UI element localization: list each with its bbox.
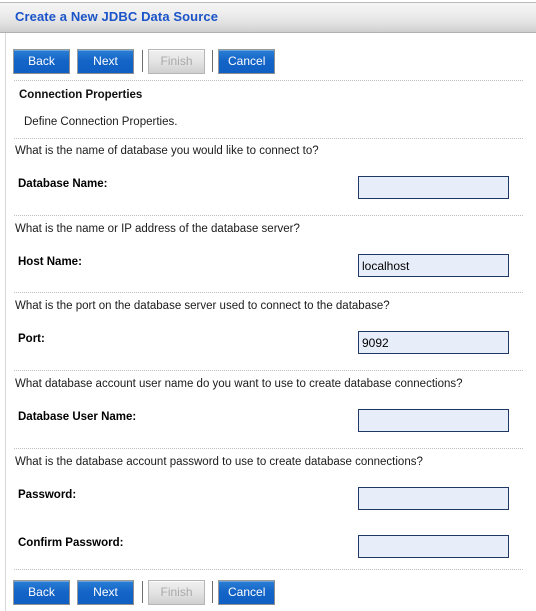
next-button[interactable]: Next bbox=[77, 48, 134, 74]
field-label-port: Port: bbox=[18, 333, 45, 345]
database-name-input[interactable] bbox=[358, 176, 509, 199]
page-title: Create a New JDBC Data Source bbox=[15, 9, 219, 24]
toolbar-separator bbox=[212, 581, 213, 603]
field-label-host-name: Host Name: bbox=[18, 256, 82, 268]
confirm-password-input[interactable] bbox=[358, 535, 509, 558]
toolbar-separator bbox=[142, 581, 143, 603]
jdbc-data-source-wizard: Create a New JDBC Data Source Back Next … bbox=[0, 0, 536, 611]
window-title-bar: Create a New JDBC Data Source bbox=[0, 2, 536, 33]
database-user-name-input[interactable] bbox=[358, 409, 509, 432]
field-question: What is the database account password to… bbox=[15, 456, 423, 468]
divider bbox=[14, 80, 523, 82]
field-question: What is the port on the database server … bbox=[15, 300, 390, 312]
toolbar-top: Back Next Finish Cancel bbox=[13, 44, 523, 78]
toolbar-separator bbox=[142, 50, 143, 72]
cancel-button[interactable]: Cancel bbox=[218, 48, 276, 74]
next-button[interactable]: Next bbox=[77, 579, 134, 605]
divider bbox=[14, 569, 523, 571]
divider bbox=[14, 138, 523, 140]
field-question: What is the name or IP address of the da… bbox=[15, 223, 300, 235]
divider bbox=[14, 370, 523, 372]
password-input[interactable] bbox=[358, 487, 509, 510]
finish-button: Finish bbox=[148, 48, 205, 74]
field-label-database-user-name: Database User Name: bbox=[18, 411, 137, 423]
field-label-database-name: Database Name: bbox=[18, 178, 108, 190]
finish-button: Finish bbox=[148, 579, 205, 605]
field-question: What database account user name do you w… bbox=[15, 378, 463, 390]
divider bbox=[14, 215, 523, 217]
field-question: What is the name of database you would l… bbox=[15, 145, 319, 157]
section-heading: Connection Properties bbox=[19, 89, 143, 101]
field-label-confirm-password: Confirm Password: bbox=[18, 537, 124, 549]
toolbar-bottom: Back Next Finish Cancel bbox=[13, 575, 523, 609]
section-subheading: Define Connection Properties. bbox=[24, 116, 178, 128]
toolbar-separator bbox=[212, 50, 213, 72]
divider bbox=[14, 448, 523, 450]
back-button[interactable]: Back bbox=[13, 48, 70, 74]
divider bbox=[14, 292, 523, 294]
back-button[interactable]: Back bbox=[13, 579, 70, 605]
port-input[interactable] bbox=[358, 331, 509, 354]
host-name-input[interactable] bbox=[358, 254, 509, 277]
field-label-password: Password: bbox=[18, 489, 77, 501]
cancel-button[interactable]: Cancel bbox=[218, 579, 276, 605]
